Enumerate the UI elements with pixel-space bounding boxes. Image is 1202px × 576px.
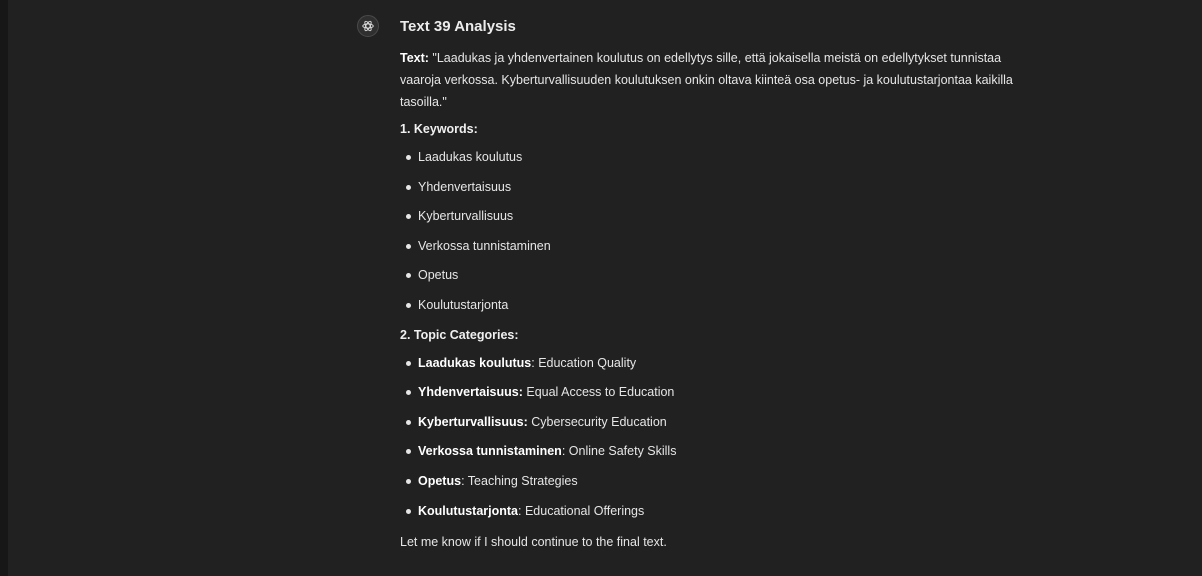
keywords-heading: 1. Keywords: (400, 122, 478, 136)
bullet-icon (406, 155, 411, 160)
keyword-item: Kyberturvallisuus (400, 202, 1020, 232)
bullet-icon (406, 243, 411, 249)
source-text: "Laadukas ja yhdenvertainen koulutus on … (400, 51, 1013, 109)
category-item: Kyberturvallisuus: Cybersecurity Educati… (400, 408, 1020, 438)
bullet-icon (406, 390, 411, 396)
sidebar-edge (0, 0, 8, 576)
assistant-avatar (357, 15, 379, 37)
keyword-item: Opetus (400, 261, 1020, 291)
category-item: Yhdenvertaisuus: Equal Access to Educati… (400, 378, 1020, 408)
keyword-text: Verkossa tunnistaminen (418, 238, 551, 253)
category-term: Opetus (418, 473, 462, 488)
keyword-text: Kyberturvallisuus (418, 209, 514, 224)
bullet-icon (406, 273, 411, 279)
bullet-icon (406, 214, 411, 220)
keyword-item: Verkossa tunnistaminen (400, 232, 1020, 262)
keyword-text: Opetus (418, 268, 459, 283)
category-term: Koulutustarjonta (418, 503, 518, 518)
bullet-icon (406, 302, 411, 308)
bullet-icon (406, 419, 411, 425)
category-description: Education Quality (534, 355, 637, 370)
keyword-text: Yhdenvertaisuus (418, 179, 512, 194)
category-item: Opetus: Teaching Strategies (400, 467, 1020, 497)
keyword-item: Koulutustarjonta (400, 291, 1020, 321)
categories-heading: 2. Topic Categories: (400, 327, 519, 342)
bullet-icon (406, 508, 411, 514)
bullet-icon (406, 449, 411, 455)
closing-text: Let me know if I should continue to the … (400, 535, 667, 550)
text-label: Text: (400, 51, 429, 65)
category-item: Koulutustarjonta: Educational Offerings (400, 497, 1020, 527)
category-description: Teaching Strategies (464, 473, 578, 488)
category-description: Equal Access to Education (522, 385, 675, 400)
category-term: Verkossa tunnistaminen (418, 444, 562, 459)
category-description: Educational Offerings (521, 503, 645, 518)
bullet-icon (406, 184, 411, 190)
category-description: Online Safety Skills (565, 444, 677, 459)
message-title: Text 39 Analysis (400, 18, 516, 35)
source-text-paragraph: Text: "Laadukas ja yhdenvertainen koulut… (400, 47, 1020, 113)
keyword-text: Koulutustarjonta (418, 297, 509, 312)
category-item: Laadukas koulutus: Education Quality (400, 349, 1020, 379)
category-term: Kyberturvallisuus: (418, 414, 528, 429)
keyword-item: Laadukas koulutus (400, 143, 1020, 173)
categories-list: Laadukas koulutus: Education Quality Yhde… (400, 349, 1020, 527)
bullet-icon (406, 478, 411, 484)
category-description: Cybersecurity Education (527, 414, 667, 429)
category-item: Verkossa tunnistaminen: Online Safety Sk… (400, 437, 1020, 467)
assistant-message: Text 39 Analysis Text: "Laadukas ja yhde… (400, 17, 1020, 552)
openai-logo-icon (362, 20, 374, 32)
category-term: Laadukas koulutus (418, 355, 532, 370)
category-term: Yhdenvertaisuus: (418, 385, 523, 400)
keywords-list: Laadukas koulutus Yhdenvertaisuus Kybertur… (400, 143, 1020, 321)
bullet-icon (406, 360, 411, 366)
keyword-text: Laadukas koulutus (418, 150, 523, 164)
keyword-item: Yhdenvertaisuus (400, 173, 1020, 203)
